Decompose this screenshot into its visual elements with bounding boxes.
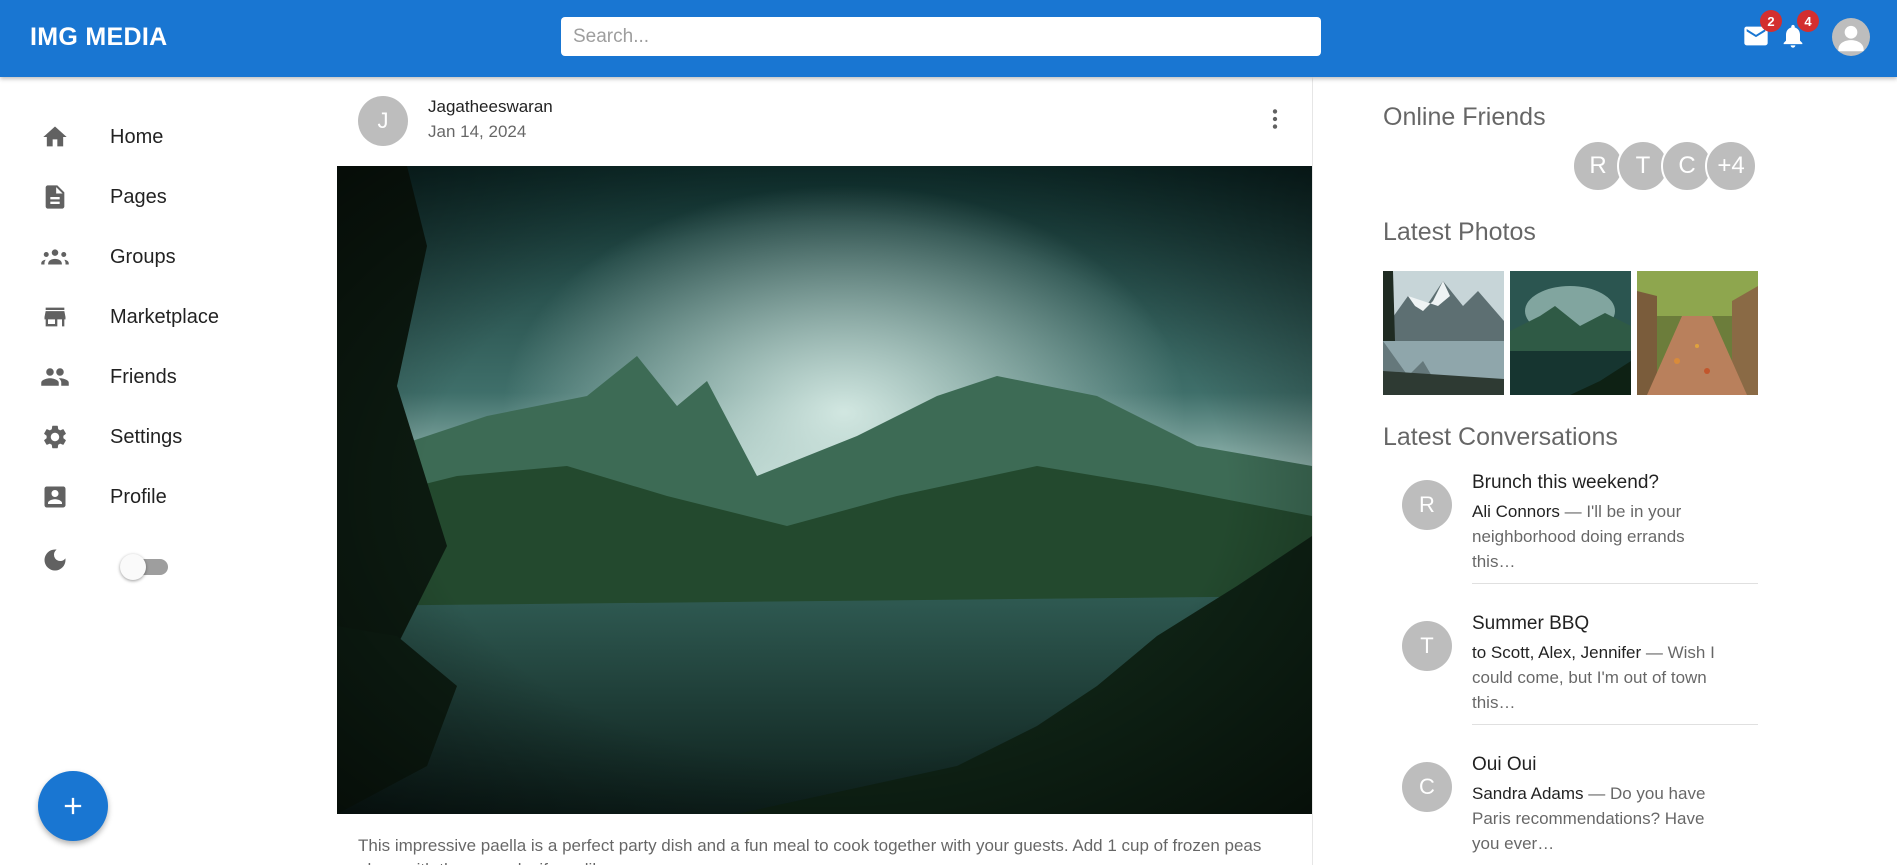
conversation-avatar: R bbox=[1402, 480, 1452, 530]
conversation-snippet: to Scott, Alex, Jennifer — Wish I could … bbox=[1472, 640, 1732, 715]
latest-conversations-title: Latest Conversations bbox=[1383, 423, 1618, 451]
post-text: This impressive paella is a perfect part… bbox=[358, 836, 1262, 865]
mail-button[interactable]: 2 bbox=[1740, 10, 1782, 52]
post-more-button[interactable] bbox=[1257, 101, 1293, 137]
sidebar-item-settings[interactable]: Settings bbox=[0, 408, 330, 466]
conversation-snippet: Sandra Adams — Do you have Paris recomme… bbox=[1472, 781, 1732, 856]
moon-icon bbox=[40, 545, 70, 575]
post-card: J Jagatheeswaran Jan 14, 2024 This impre… bbox=[337, 77, 1312, 865]
sidebar-item-pages[interactable]: Pages bbox=[0, 168, 330, 226]
conversation-sender: Ali Connors bbox=[1472, 502, 1560, 521]
conversation-title: Oui Oui bbox=[1472, 754, 1537, 775]
conversation-sender: Sandra Adams bbox=[1472, 784, 1584, 803]
sidebar-item-label: Friends bbox=[110, 365, 177, 388]
post-date: Jan 14, 2024 bbox=[428, 122, 527, 141]
storefront-icon bbox=[40, 302, 70, 332]
search-box[interactable] bbox=[561, 17, 1321, 56]
sidebar-item-profile[interactable]: Profile bbox=[0, 468, 330, 526]
online-friends-title: Online Friends bbox=[1383, 103, 1546, 131]
conversation-avatar: T bbox=[1402, 621, 1452, 671]
sidebar-item-home[interactable]: Home bbox=[0, 108, 330, 166]
photo-thumbnail[interactable] bbox=[1637, 271, 1758, 395]
add-icon bbox=[64, 797, 82, 815]
sidebar-item-label: Groups bbox=[110, 245, 176, 268]
account-circle-icon bbox=[1838, 25, 1864, 52]
friends-more-avatar[interactable]: +4 bbox=[1705, 140, 1757, 192]
account-avatar[interactable] bbox=[1832, 18, 1870, 56]
sidebar-item-label: Profile bbox=[110, 485, 167, 508]
home-icon bbox=[40, 122, 70, 152]
settings-icon bbox=[40, 422, 70, 452]
app-logo[interactable]: IMG MEDIA bbox=[30, 23, 167, 52]
app-bar: IMG MEDIA 2 4 bbox=[0, 0, 1897, 77]
notifications-badge: 4 bbox=[1797, 10, 1819, 32]
dark-mode-toggle[interactable] bbox=[120, 551, 170, 581]
conversation-divider bbox=[1472, 583, 1758, 584]
sidebar-item-label: Marketplace bbox=[110, 305, 219, 328]
right-panel: Online Friends R T C +4 Latest Photos La… bbox=[1383, 77, 1783, 865]
post-avatar[interactable]: J bbox=[358, 96, 408, 146]
sidebar-item-label: Home bbox=[110, 125, 164, 148]
sidebar-item-label: Pages bbox=[110, 185, 167, 208]
search-input[interactable] bbox=[561, 17, 1321, 56]
photo-thumbnail[interactable] bbox=[1383, 271, 1504, 395]
conversation-title: Brunch this weekend? bbox=[1472, 472, 1659, 493]
conversation-title: Summer BBQ bbox=[1472, 613, 1590, 634]
article-icon bbox=[40, 182, 70, 212]
groups-icon bbox=[40, 242, 70, 272]
photo-thumbnail[interactable] bbox=[1510, 271, 1631, 395]
people-icon bbox=[40, 362, 70, 392]
sidebar: Home Pages Groups Marketplace Friends Se… bbox=[0, 77, 337, 865]
sidebar-item-label: Settings bbox=[110, 425, 183, 448]
toggle-thumb bbox=[120, 554, 146, 580]
sidebar-item-friends[interactable]: Friends bbox=[0, 348, 330, 406]
conversation-sender: to Scott, Alex, Jennifer bbox=[1472, 643, 1642, 662]
conversation-snippet: Ali Connors — I'll be in your neighborho… bbox=[1472, 499, 1732, 574]
sidebar-item-groups[interactable]: Groups bbox=[0, 228, 330, 286]
conversation-divider bbox=[1472, 724, 1758, 725]
sidebar-item-marketplace[interactable]: Marketplace bbox=[0, 288, 330, 346]
notifications-button[interactable]: 4 bbox=[1777, 10, 1819, 52]
account-box-icon bbox=[40, 482, 70, 512]
latest-photos-title: Latest Photos bbox=[1383, 218, 1536, 246]
add-fab-button[interactable] bbox=[38, 771, 108, 841]
feed: J Jagatheeswaran Jan 14, 2024 This impre… bbox=[337, 77, 1313, 865]
post-image[interactable] bbox=[337, 166, 1312, 814]
more-vert-icon bbox=[1272, 109, 1278, 129]
conversation-avatar: C bbox=[1402, 762, 1452, 812]
post-author[interactable]: Jagatheeswaran bbox=[428, 97, 553, 117]
